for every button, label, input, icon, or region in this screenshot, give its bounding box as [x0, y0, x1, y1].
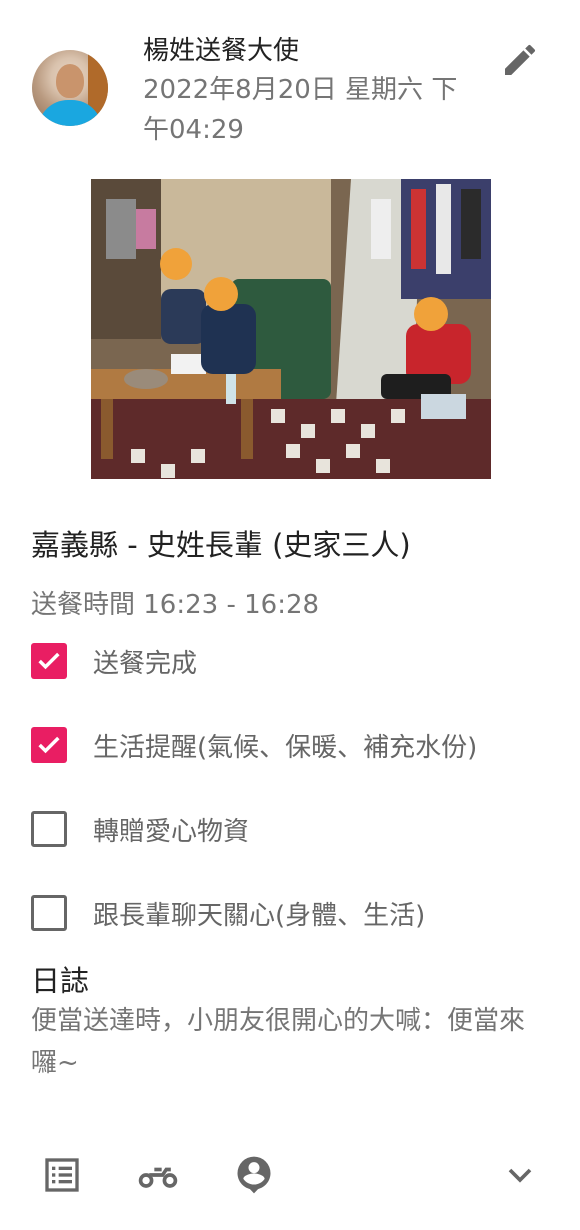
photo-scene — [91, 179, 491, 479]
avatar-face — [56, 64, 84, 98]
delivery-photo[interactable] — [91, 179, 491, 479]
bottom-toolbar — [0, 1145, 580, 1205]
checklist-item-chat-care[interactable]: 跟長輩聊天關心(身體、生活) — [31, 893, 425, 933]
post-card: 楊姓送餐大使 2022年8月20日 星期六 下午04:29 嘉義縣 - 史姓長輩… — [0, 0, 580, 1230]
checklist-item-donate-supplies[interactable]: 轉贈愛心物資 — [31, 809, 249, 849]
visit-location: 嘉義縣 - 史姓長輩 (史家三人) — [31, 528, 411, 562]
checklist-item-delivery-complete[interactable]: 送餐完成 — [31, 641, 197, 681]
post-datetime: 2022年8月20日 星期六 下午04:29 — [143, 75, 458, 145]
motorcycle-icon — [138, 1167, 178, 1188]
checklist-item-life-reminder[interactable]: 生活提醒(氣候、保暖、補充水份) — [31, 725, 477, 765]
checklist-label: 跟長輩聊天關心(身體、生活) — [93, 900, 426, 931]
delivery-button[interactable] — [136, 1153, 180, 1197]
log-text: 便當送達時，小朋友很開心的大喊：便當來囉~ — [31, 1006, 526, 1078]
delivery-time: 送餐時間 16:23 - 16:28 — [31, 590, 320, 620]
checkbox[interactable] — [31, 727, 67, 763]
user-avatar[interactable] — [32, 50, 108, 126]
profile-button[interactable] — [232, 1153, 276, 1197]
checkbox[interactable] — [31, 643, 67, 679]
checkbox[interactable] — [31, 895, 67, 931]
list-button[interactable] — [40, 1153, 84, 1197]
list-icon — [45, 1158, 79, 1192]
checkbox[interactable] — [31, 811, 67, 847]
chevron-down-icon — [508, 1168, 532, 1183]
log-title: 日誌 — [31, 964, 90, 998]
person-pin-icon — [237, 1156, 271, 1194]
edit-button[interactable] — [498, 38, 542, 82]
check-icon — [38, 652, 60, 670]
check-icon — [38, 736, 60, 754]
checklist-label: 生活提醒(氣候、保暖、補充水份) — [93, 732, 478, 763]
author-name: 楊姓送餐大使 — [143, 36, 300, 66]
expand-button[interactable] — [498, 1153, 542, 1197]
checklist-label: 送餐完成 — [93, 648, 198, 679]
pencil-icon — [505, 44, 536, 75]
checklist-label: 轉贈愛心物資 — [93, 816, 250, 847]
